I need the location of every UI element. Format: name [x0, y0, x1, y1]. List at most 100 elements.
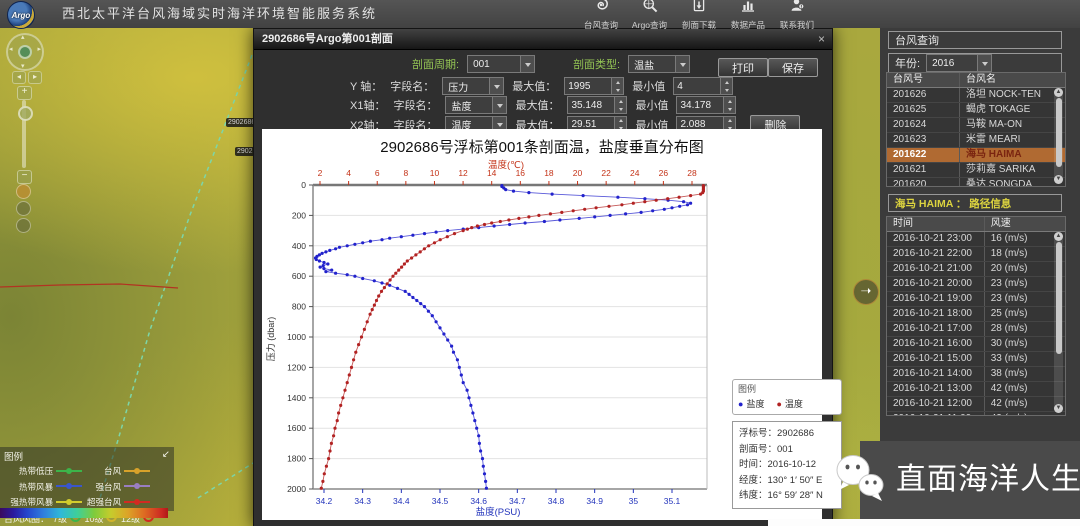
table-row[interactable]: 2016-10-21 17:0028 (m/s): [887, 322, 1065, 337]
table-row[interactable]: 201620桑达 SONGDA: [887, 178, 1065, 187]
table-row[interactable]: 2016-10-21 15:0033 (m/s): [887, 352, 1065, 367]
toolbar-item-4[interactable]: 数据产品: [725, 0, 771, 31]
table-row[interactable]: 2016-10-21 18:0025 (m/s): [887, 307, 1065, 322]
field-label: 字段名：: [390, 78, 434, 94]
table-row[interactable]: 201624马鞍 MA-ON: [887, 118, 1065, 133]
main-toolbar: 台风查询Argo查询剖面下载数据产品联系我们: [578, 0, 820, 28]
scroll-down-icon[interactable]: ▼: [1054, 175, 1063, 184]
scrollbar[interactable]: ▲▼: [1054, 88, 1063, 184]
zoom-out-button[interactable]: −: [17, 170, 32, 184]
chevron-down-icon[interactable]: [520, 56, 534, 72]
table-cell: 2016-10-21 16:00: [887, 337, 985, 351]
table-row[interactable]: 201622海马 HAIMA: [887, 148, 1065, 163]
spinner-arrows-icon[interactable]: [614, 97, 626, 113]
save-button[interactable]: 保存: [768, 58, 818, 77]
toolbar-item-5[interactable]: 联系我们: [774, 0, 820, 31]
layer-button-1[interactable]: [16, 184, 31, 199]
column-header: 风速: [985, 217, 1065, 231]
info-row: 剖面号：001: [739, 442, 835, 458]
zoom-slider-handle[interactable]: [18, 106, 33, 121]
min-value-spinner[interactable]: [676, 96, 736, 114]
table-cell: 42 (m/s): [985, 397, 1065, 411]
close-icon[interactable]: ×: [818, 32, 825, 46]
table-cell: 2016-10-21 14:00: [887, 367, 985, 381]
print-button[interactable]: 打印: [718, 58, 768, 77]
max-value-input[interactable]: [565, 78, 611, 94]
info-row: 浮标号：2902686: [739, 426, 835, 442]
max-value-spinner[interactable]: [564, 77, 624, 95]
map-legend-marker: [124, 499, 150, 505]
layer-button-2[interactable]: [16, 201, 31, 216]
cycle-select[interactable]: 001: [467, 55, 535, 73]
zoom-in-button[interactable]: +: [17, 86, 32, 100]
table-row[interactable]: 201625蝎虎 TOKAGE: [887, 103, 1065, 118]
table-row[interactable]: 2016-10-21 14:0038 (m/s): [887, 367, 1065, 382]
table-row[interactable]: 2016-10-21 11:0042 (m/s): [887, 412, 1065, 416]
max-label: 最大值：: [512, 78, 556, 94]
pan-left-icon[interactable]: ◂: [9, 46, 13, 53]
table-row[interactable]: 201623米雷 MEARI: [887, 133, 1065, 148]
table-row[interactable]: 2016-10-21 20:0023 (m/s): [887, 277, 1065, 292]
pan-right-icon[interactable]: ▸: [37, 46, 41, 53]
pan-up-icon[interactable]: ▴: [21, 34, 25, 41]
table-row[interactable]: 201621莎莉嘉 SARIKA: [887, 163, 1065, 178]
pan-forward-button[interactable]: ▸: [28, 71, 42, 84]
max-value-spinner[interactable]: [567, 96, 627, 114]
year-value: 2016: [927, 58, 959, 69]
min-value-spinner[interactable]: [673, 77, 733, 95]
map-pan-control[interactable]: ▴ ▾ ◂ ▸: [6, 33, 44, 71]
min-value-input[interactable]: [674, 78, 720, 94]
table-row[interactable]: 2016-10-21 16:0030 (m/s): [887, 337, 1065, 352]
spinner-arrows-icon[interactable]: [611, 78, 623, 94]
scroll-up-icon[interactable]: ▲: [1054, 232, 1063, 241]
chevron-down-icon[interactable]: [675, 56, 689, 72]
field-select[interactable]: 压力: [442, 77, 504, 95]
table-row[interactable]: 2016-10-21 23:0016 (m/s): [887, 232, 1065, 247]
max-value-input[interactable]: [568, 97, 614, 113]
pan-down-icon[interactable]: ▾: [21, 63, 25, 70]
layer-button-3[interactable]: [16, 218, 31, 233]
scrollbar[interactable]: ▲▼: [1054, 232, 1063, 413]
info-row: 纬度：16° 59′ 28″ N: [739, 488, 835, 504]
chevron-down-icon[interactable]: [489, 78, 503, 94]
table-row[interactable]: 2016-10-21 21:0020 (m/s): [887, 262, 1065, 277]
history-pan-buttons: ◂ ▸: [12, 71, 42, 84]
typhoon-search-box[interactable]: 台风查询: [888, 31, 1062, 49]
table-row[interactable]: 2016-10-21 19:0023 (m/s): [887, 292, 1065, 307]
table-cell: 洛坦 NOCK-TEN: [960, 88, 1065, 102]
min-label: 最小值: [635, 97, 668, 113]
collapse-icon[interactable]: ↙: [162, 449, 170, 463]
toolbar-item-2[interactable]: Argo查询: [627, 0, 673, 31]
table-cell: 2016-10-21 13:00: [887, 382, 985, 396]
spinner-arrows-icon[interactable]: [720, 78, 732, 94]
argo-search-icon: [642, 0, 658, 18]
type-select[interactable]: 温盐: [628, 55, 690, 73]
table-row[interactable]: 201626洛坦 NOCK-TEN: [887, 88, 1065, 103]
pan-back-button[interactable]: ◂: [12, 71, 26, 84]
toolbar-item-3[interactable]: 剖面下载: [676, 0, 722, 31]
scroll-down-icon[interactable]: ▼: [1054, 404, 1063, 413]
scroll-up-icon[interactable]: ▲: [1054, 88, 1063, 97]
year-select[interactable]: 2016: [926, 54, 992, 72]
table-row[interactable]: 2016-10-21 12:0042 (m/s): [887, 397, 1065, 412]
table-row[interactable]: 2016-10-21 22:0018 (m/s): [887, 247, 1065, 262]
panel-expand-button[interactable]: ➝: [853, 279, 879, 305]
toolbar-item-1[interactable]: 台风查询: [578, 0, 624, 31]
table-cell: 28 (m/s): [985, 322, 1065, 336]
table-row[interactable]: 2016-10-21 13:0042 (m/s): [887, 382, 1065, 397]
svg-text:1400: 1400: [287, 393, 306, 403]
pan-center-button[interactable]: [18, 45, 32, 59]
chevron-down-icon[interactable]: [492, 97, 506, 113]
spinner-arrows-icon[interactable]: [723, 97, 735, 113]
map-legend-label: 台风: [84, 464, 124, 476]
scrollbar-thumb[interactable]: [1056, 242, 1062, 354]
min-value-input[interactable]: [677, 97, 723, 113]
argo-logo: Argo: [7, 1, 35, 29]
chevron-down-icon[interactable]: [977, 55, 991, 71]
svg-text:2: 2: [318, 168, 323, 178]
field-select[interactable]: 盐度: [445, 96, 507, 114]
map-legend-title: 图例: [4, 449, 23, 463]
scrollbar-thumb[interactable]: [1056, 98, 1062, 167]
table-cell: 桑达 SONGDA: [960, 178, 1065, 187]
column-header: 台风号: [887, 73, 960, 87]
